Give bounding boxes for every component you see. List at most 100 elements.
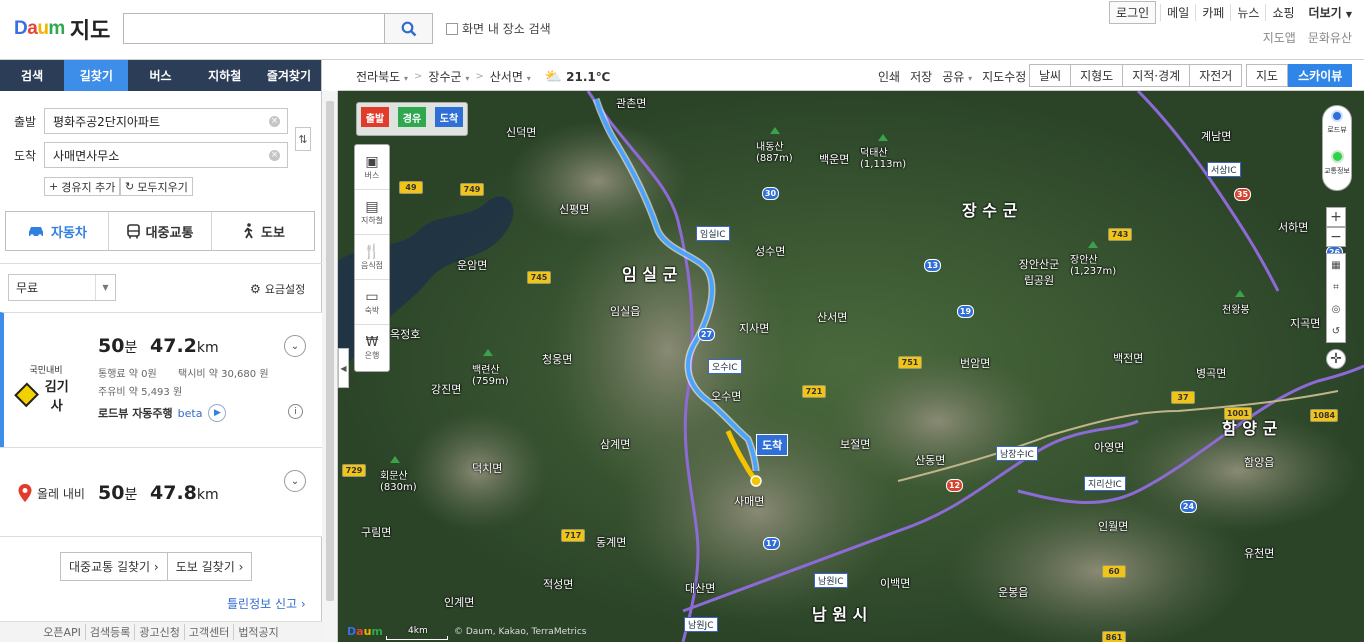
walk-directions-button[interactable]: 도보 길찾기 ›: [166, 552, 253, 581]
map-label[interactable]: 청웅면: [542, 351, 572, 367]
map-label[interactable]: 임실읍: [610, 303, 640, 319]
mode-transit[interactable]: 대중교통: [108, 212, 211, 250]
recenter-button[interactable]: ✛: [1326, 349, 1346, 369]
map-label[interactable]: 함양읍: [1244, 454, 1274, 470]
map-label-imsil[interactable]: 임 실 군: [622, 261, 677, 285]
daum-map-logo[interactable]: Daum 지도: [14, 14, 110, 44]
mountain-label[interactable]: 덕태산 (1,113m): [860, 144, 906, 170]
map-label[interactable]: 서하면: [1278, 219, 1308, 235]
ic-label[interactable]: 지리산IC: [1084, 476, 1126, 491]
screen-search-toggle[interactable]: 화면 내 장소 검색: [446, 20, 551, 37]
map-label[interactable]: 오수면: [711, 388, 741, 404]
category-bus[interactable]: ▣ 버스: [355, 145, 389, 190]
add-waypoint-button[interactable]: + 경유지 추가: [44, 177, 121, 196]
layer-terrain[interactable]: 지형도: [1070, 64, 1124, 87]
map-label[interactable]: 계남면: [1201, 128, 1231, 144]
category-restaurant[interactable]: 🍴 음식점: [355, 235, 389, 280]
area-icon[interactable]: ⌗: [1333, 282, 1339, 293]
clear-all-button[interactable]: ↻ 모두지우기: [120, 177, 193, 196]
share-button[interactable]: 공유 ▾: [942, 68, 972, 85]
map-label[interactable]: 이백면: [880, 575, 910, 591]
mountain-label[interactable]: 천왕봉: [1222, 301, 1250, 316]
sidebar-collapse-button[interactable]: ◀: [338, 348, 349, 388]
category-bank[interactable]: ₩ 은행: [355, 325, 389, 370]
view-map[interactable]: 지도: [1246, 64, 1289, 87]
map-label[interactable]: 덕치면: [472, 460, 502, 476]
sidebar-scrollbar[interactable]: [322, 91, 338, 642]
map-label-namwon[interactable]: 남 원 시: [812, 601, 867, 625]
gnb-link-news[interactable]: 뉴스: [1230, 4, 1265, 21]
map-label[interactable]: 대산면: [685, 580, 715, 596]
via-marker-button[interactable]: 경유: [398, 107, 426, 127]
map-label[interactable]: 지곡면: [1290, 315, 1320, 331]
swap-origin-destination-button[interactable]: ⇅: [295, 127, 311, 151]
map-label-jangsu[interactable]: 장 수 군: [962, 197, 1017, 221]
map-label[interactable]: 산동면: [915, 452, 945, 468]
footer-link-openapi[interactable]: 오픈API: [39, 624, 85, 640]
ic-label[interactable]: 오수IC: [708, 359, 742, 374]
ic-label[interactable]: 남원JC: [684, 617, 718, 632]
footer-link-ads[interactable]: 광고신청: [134, 624, 183, 640]
gnb-link-cafe[interactable]: 카페: [1195, 4, 1230, 21]
map-label[interactable]: 운암면: [457, 257, 487, 273]
map-label[interactable]: 운봉읍: [998, 584, 1028, 600]
route-card-olleh[interactable]: 올레 내비 50분 47.8km ⌄: [0, 447, 322, 537]
map-label[interactable]: 병곡면: [1196, 365, 1226, 381]
undo-icon[interactable]: ↺: [1332, 326, 1340, 337]
clear-icon[interactable]: ×: [269, 116, 280, 127]
gnb-link-shopping[interactable]: 쇼핑: [1265, 4, 1300, 21]
route-card-kimgisa[interactable]: 국민내비 김기사 50분 47.2km 통행료 약 0원 택시비 약 30,68…: [0, 312, 322, 447]
start-marker-button[interactable]: 출발: [361, 107, 389, 127]
origin-input[interactable]: 평화주공2단지아파트 ×: [44, 108, 288, 134]
mode-walk[interactable]: 도보: [211, 212, 314, 250]
tab-favorites[interactable]: 즐겨찾기: [257, 60, 321, 91]
map-label[interactable]: 신덕면: [506, 124, 536, 140]
ruler-icon[interactable]: ▦: [1331, 260, 1340, 271]
gnb-link-mail[interactable]: 메일: [1160, 4, 1195, 21]
info-icon[interactable]: i: [288, 404, 303, 419]
map-label[interactable]: 관촌면: [616, 95, 646, 111]
tab-bus[interactable]: 버스: [128, 60, 192, 91]
compass-icon[interactable]: ◎: [1332, 304, 1341, 315]
category-lodging[interactable]: ▭ 숙박: [355, 280, 389, 325]
mountain-label[interactable]: 백련산 (759m): [472, 361, 509, 387]
map-label[interactable]: 삼계면: [600, 436, 630, 452]
zoom-in-button[interactable]: +: [1326, 207, 1346, 227]
scroll-thumb[interactable]: [326, 101, 334, 601]
edit-map-button[interactable]: 지도수정: [982, 68, 1026, 85]
map-label[interactable]: 산서면: [817, 309, 847, 325]
map-label[interactable]: 사매면: [734, 493, 764, 509]
destination-input[interactable]: 사매면사무소 ×: [44, 142, 288, 168]
clear-icon[interactable]: ×: [269, 150, 280, 161]
screen-search-checkbox[interactable]: [446, 22, 458, 35]
expand-route-button[interactable]: ⌄: [284, 470, 306, 492]
map-label[interactable]: 인계면: [444, 594, 474, 610]
layer-bicycle[interactable]: 자전거: [1189, 64, 1243, 87]
save-button[interactable]: 저장: [910, 68, 932, 85]
heritage-link[interactable]: 문화유산: [1308, 29, 1352, 46]
map-label[interactable]: 인월면: [1098, 518, 1128, 534]
map-label[interactable]: 번암면: [960, 355, 990, 371]
map-label-lake[interactable]: 옥정호: [390, 326, 420, 342]
crumb-province[interactable]: 전라북도 ▾: [356, 68, 408, 85]
category-subway[interactable]: ▤ 지하철: [355, 190, 389, 235]
ic-label[interactable]: 남장수IC: [996, 446, 1038, 461]
print-button[interactable]: 인쇄: [878, 68, 900, 85]
map-label[interactable]: 신평면: [559, 201, 589, 217]
expand-route-button[interactable]: ⌄: [284, 335, 306, 357]
map-label[interactable]: 강진면: [431, 381, 461, 397]
tab-directions[interactable]: 길찾기: [64, 60, 129, 91]
search-input[interactable]: [124, 14, 382, 43]
layer-cadastral[interactable]: 지적·경계: [1122, 64, 1191, 87]
toll-option-select[interactable]: 무료 ▼: [8, 274, 116, 301]
map-label-park[interactable]: 장안산군립공원: [1017, 256, 1061, 288]
footer-link-register[interactable]: 검색등록: [84, 624, 134, 640]
mode-car[interactable]: 자동차: [6, 212, 108, 250]
search-button[interactable]: [384, 14, 432, 43]
tab-search[interactable]: 검색: [0, 60, 64, 91]
map-label[interactable]: 아영면: [1094, 439, 1124, 455]
mountain-label[interactable]: 내동산 (887m): [756, 138, 793, 164]
roadview-button[interactable]: 로드뷰: [1323, 110, 1351, 135]
map-label[interactable]: 성수면: [755, 243, 785, 259]
ic-label[interactable]: 서상IC: [1207, 162, 1241, 177]
